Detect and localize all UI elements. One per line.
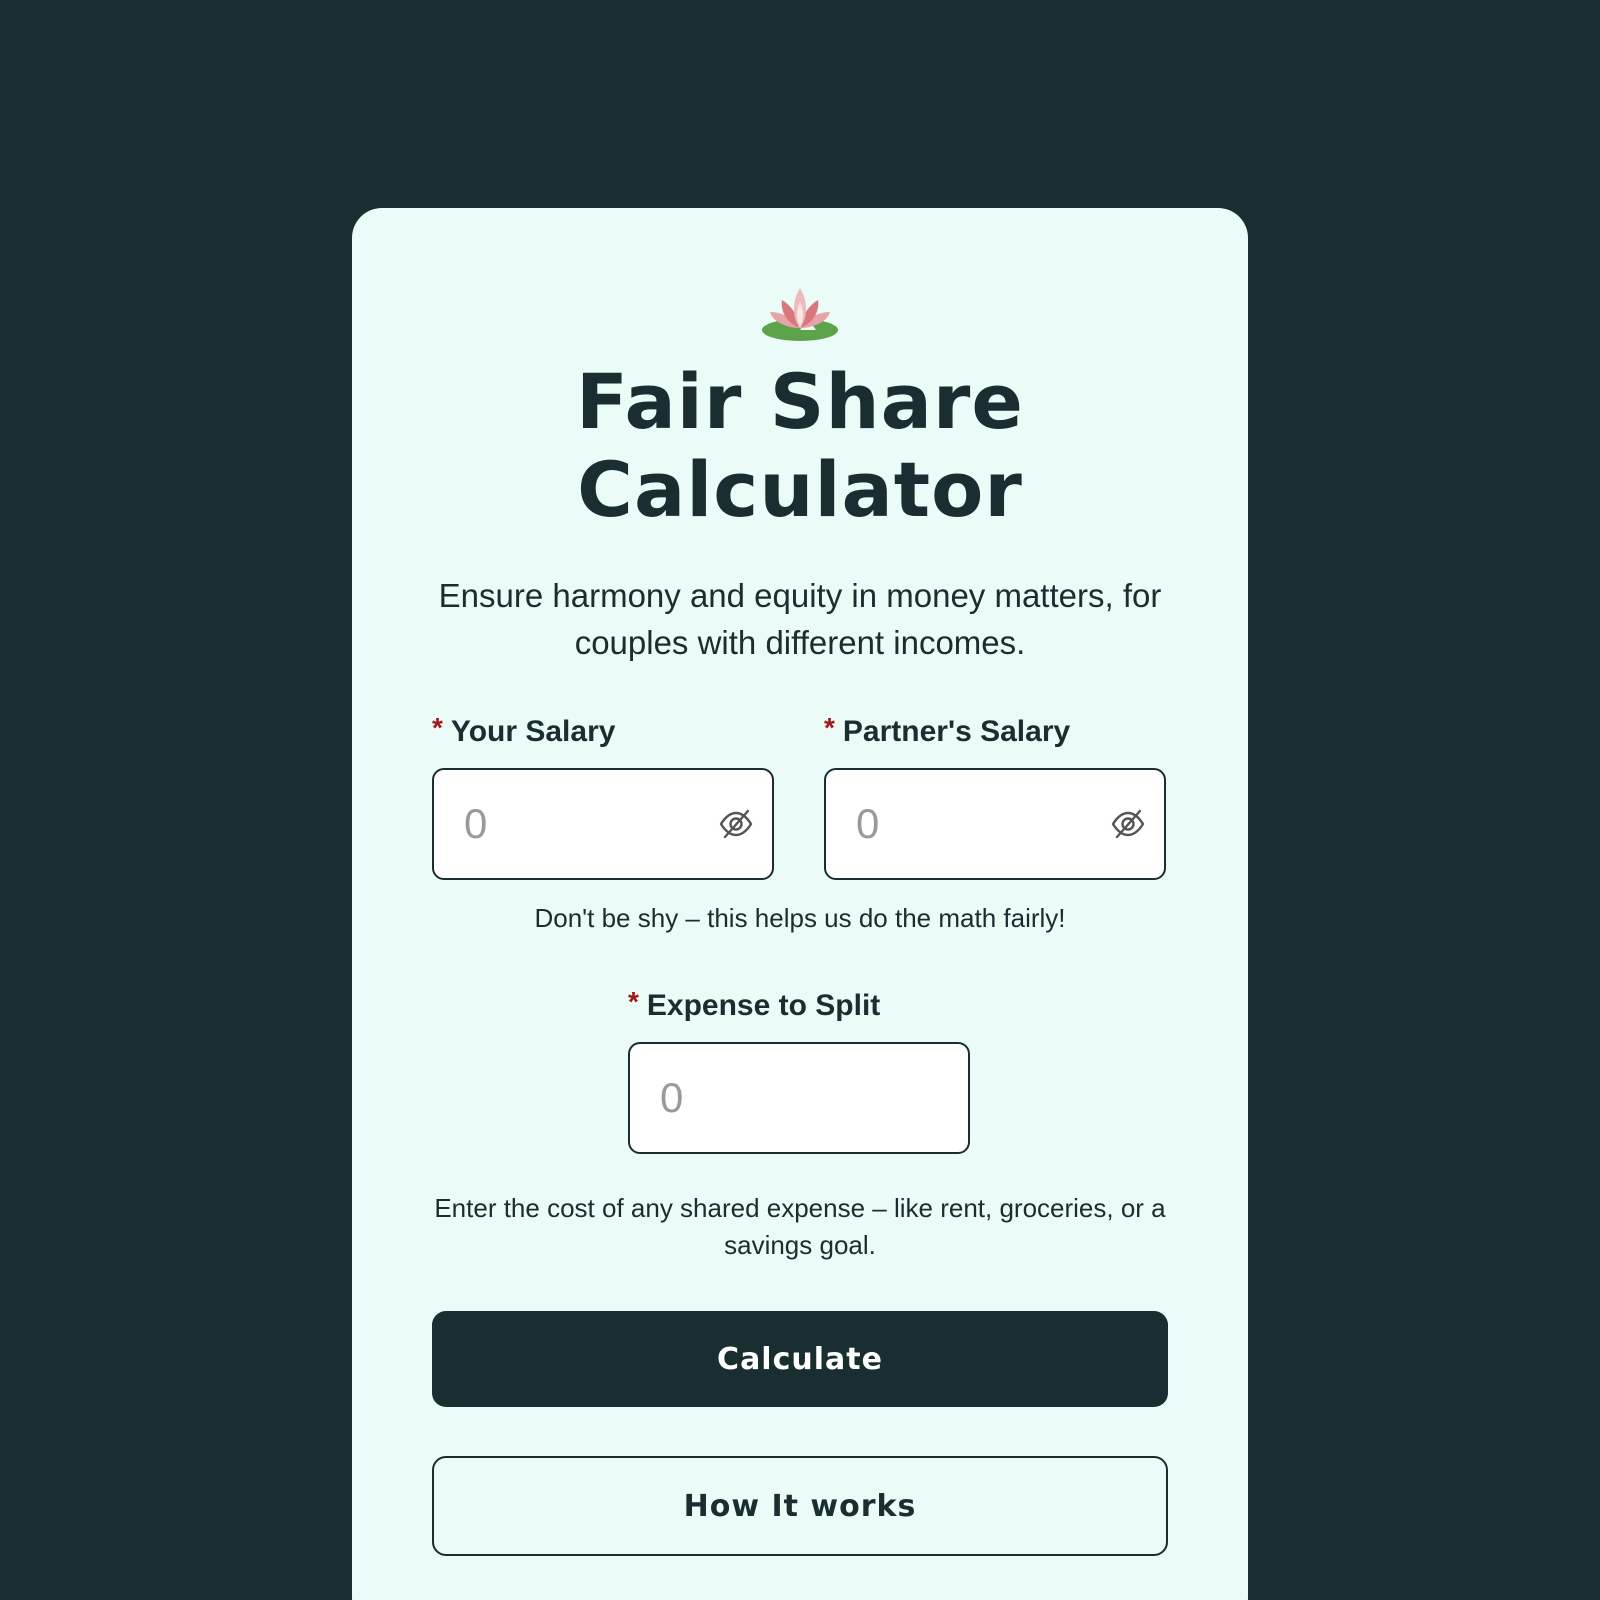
- your-salary-input-box: [432, 768, 774, 880]
- page-title: Fair Share Calculator: [352, 358, 1248, 534]
- title-line-2: Calculator: [577, 445, 1023, 534]
- partner-salary-input[interactable]: [856, 770, 1086, 878]
- calculator-card: Fair Share Calculator Ensure harmony and…: [352, 208, 1248, 1600]
- lotus-icon: [762, 288, 838, 341]
- expense-hint: Enter the cost of any shared expense – l…: [434, 1193, 1166, 1260]
- required-marker: *: [824, 712, 835, 743]
- expense-input[interactable]: [660, 1044, 890, 1152]
- your-salary-label-text: Your Salary: [450, 715, 616, 748]
- partner-salary-label-text: Partner's Salary: [842, 715, 1071, 748]
- your-salary-input[interactable]: [464, 770, 694, 878]
- eye-off-icon[interactable]: [718, 808, 754, 840]
- page-subtitle: Ensure harmony and equity in money matte…: [438, 577, 1162, 661]
- logo: [352, 284, 1248, 344]
- salary-hint: Don't be shy – this helps us do the math…: [534, 903, 1066, 933]
- expense-label: * Expense to Split: [628, 986, 880, 1026]
- how-it-works-button[interactable]: How It works: [432, 1456, 1168, 1556]
- calculate-button[interactable]: Calculate: [432, 1311, 1168, 1407]
- required-marker: *: [432, 712, 443, 743]
- expense-label-text: Expense to Split: [646, 989, 881, 1022]
- eye-off-icon[interactable]: [1110, 808, 1146, 840]
- partner-salary-label: * Partner's Salary: [824, 712, 1070, 752]
- title-line-1: Fair Share: [576, 357, 1024, 446]
- partner-salary-input-box: [824, 768, 1166, 880]
- your-salary-label: * Your Salary: [432, 712, 615, 752]
- required-marker: *: [628, 986, 639, 1017]
- expense-input-box: [628, 1042, 970, 1154]
